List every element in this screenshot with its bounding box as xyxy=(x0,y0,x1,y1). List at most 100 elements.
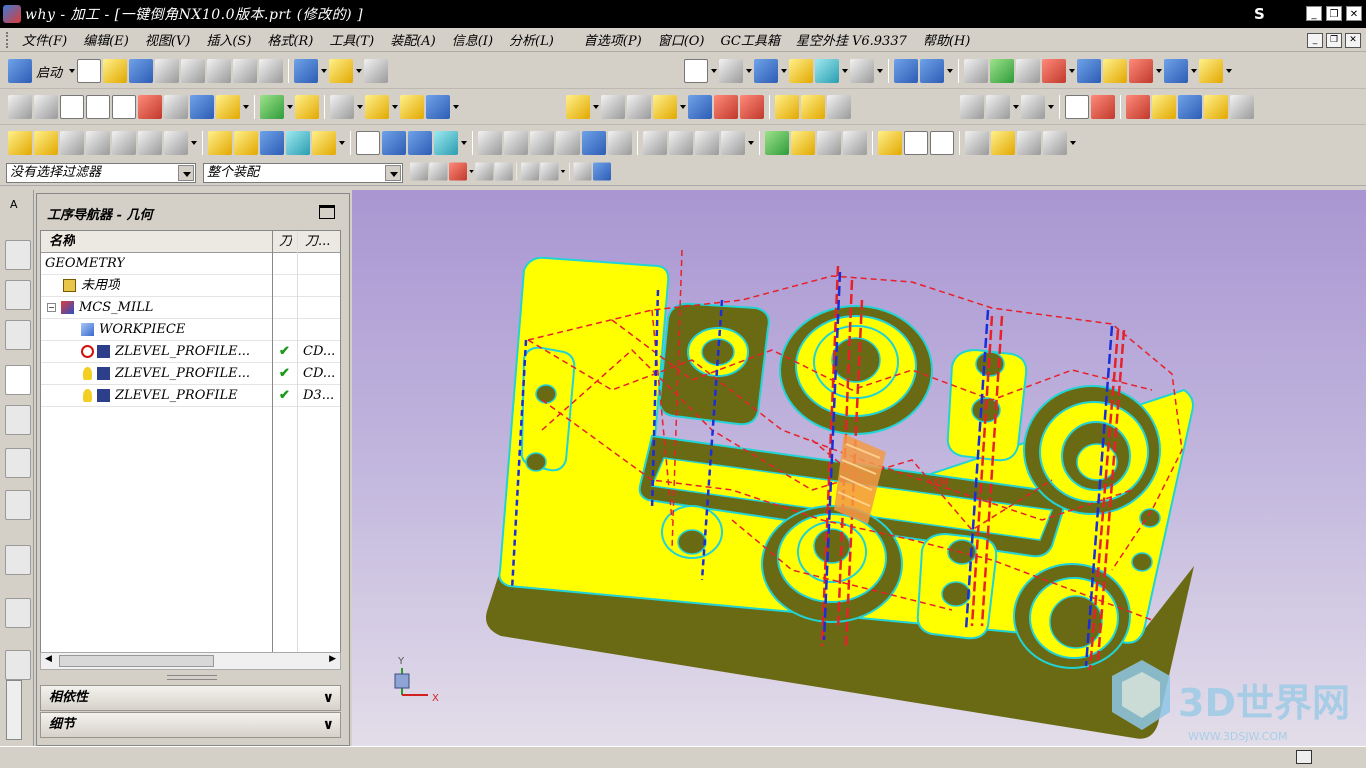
list-path-icon[interactable] xyxy=(1065,95,1089,119)
properties-icon[interactable] xyxy=(164,131,188,155)
ipw-dropdown[interactable] xyxy=(338,131,345,155)
group-icon[interactable] xyxy=(216,95,240,119)
tool-icon[interactable] xyxy=(1152,95,1176,119)
transform-dropdown[interactable] xyxy=(946,59,953,83)
edit-object-icon[interactable] xyxy=(1077,59,1101,83)
graphics-window[interactable]: XM Y X 3D世界网 WWW.3DSJW.COM xyxy=(352,190,1366,746)
library-icon[interactable] xyxy=(1230,95,1254,119)
tree-row-mcs-mill[interactable]: − MCS_MILL xyxy=(41,297,340,319)
snap-circle-icon[interactable] xyxy=(521,162,539,181)
transform-icon[interactable] xyxy=(920,59,944,83)
edit-path-icon[interactable] xyxy=(530,131,554,155)
input-method-badge[interactable]: S xyxy=(1254,5,1265,23)
machine-dropdown[interactable] xyxy=(747,131,754,155)
paste-icon[interactable] xyxy=(233,59,258,83)
extrude-icon[interactable] xyxy=(400,95,424,119)
point-icon[interactable] xyxy=(330,95,354,119)
operation-navigator-tab-icon[interactable] xyxy=(5,365,31,395)
nav-list-icon[interactable] xyxy=(356,131,380,155)
section-view-icon[interactable] xyxy=(815,59,839,83)
chevron-down-icon[interactable]: ∨ xyxy=(323,690,334,706)
checkmark-icon[interactable] xyxy=(765,131,789,155)
geometry-view-icon[interactable] xyxy=(260,131,284,155)
verify-v-icon[interactable] xyxy=(582,131,606,155)
start-icon[interactable] xyxy=(8,59,32,83)
resource-scroll[interactable] xyxy=(6,680,22,740)
menu-view[interactable]: 视图(V) xyxy=(137,30,199,49)
menu-assemblies[interactable]: 装配(A) xyxy=(382,30,444,49)
curve-icon[interactable] xyxy=(138,95,162,119)
shop-report-icon[interactable] xyxy=(1043,131,1067,155)
block-icon[interactable] xyxy=(426,95,450,119)
undo-dropdown[interactable] xyxy=(320,59,328,83)
scroll-thumb[interactable] xyxy=(59,655,214,667)
select-method-dropdown[interactable] xyxy=(560,163,566,181)
ipw-icon[interactable] xyxy=(312,131,336,155)
mdi-restore-button[interactable]: ❐ xyxy=(1326,33,1342,48)
sequence-icon[interactable] xyxy=(801,95,825,119)
scroll-left-icon[interactable]: ◀ xyxy=(45,654,52,664)
nx-app-icon[interactable] xyxy=(3,5,21,23)
coordinate-triad-icon[interactable]: Y X xyxy=(394,656,439,704)
create-geometry-icon[interactable] xyxy=(60,131,84,155)
chevron-down-icon[interactable]: ∨ xyxy=(323,717,334,733)
start-dropdown[interactable] xyxy=(68,59,76,83)
part-icon[interactable] xyxy=(627,95,651,119)
menu-gc-toolkit[interactable]: GC工具箱 xyxy=(713,30,788,49)
menu-file[interactable]: 文件(F) xyxy=(14,30,75,49)
feature-navigator-tab-icon[interactable] xyxy=(5,448,31,478)
wcs-icon[interactable] xyxy=(990,59,1014,83)
postprocess-icon[interactable] xyxy=(1091,95,1115,119)
document-icon[interactable] xyxy=(930,131,954,155)
block-dropdown[interactable] xyxy=(452,95,459,119)
orient-view-icon[interactable] xyxy=(754,59,778,83)
move-component-icon[interactable] xyxy=(688,95,712,119)
nav-method-icon[interactable] xyxy=(434,131,458,155)
background-icon[interactable] xyxy=(850,59,874,83)
column-divider[interactable] xyxy=(272,231,273,659)
tree-horizontal-scrollbar[interactable]: ◀ ▶ xyxy=(40,652,341,670)
grid-dropdown[interactable] xyxy=(1190,59,1197,83)
operation-icon[interactable] xyxy=(190,95,214,119)
machine-navigator-tab-icon[interactable] xyxy=(5,405,31,435)
clock-icon[interactable] xyxy=(1017,131,1041,155)
grid-icon[interactable] xyxy=(1164,59,1188,83)
menu-tools[interactable]: 工具(T) xyxy=(321,30,382,49)
menu-analysis[interactable]: 分析(L) xyxy=(501,30,562,49)
output-icon[interactable] xyxy=(965,131,989,155)
offset-icon[interactable] xyxy=(164,95,188,119)
verify-icon[interactable] xyxy=(8,95,32,119)
tool-path-icon[interactable] xyxy=(504,131,528,155)
mirror-icon[interactable] xyxy=(740,95,764,119)
feed-icon[interactable] xyxy=(608,131,632,155)
delete-operation-icon[interactable] xyxy=(138,131,162,155)
column-name-header[interactable]: 名称 xyxy=(49,231,75,253)
fit-dropdown[interactable] xyxy=(710,59,717,83)
menu-information[interactable]: 信息(I) xyxy=(444,30,501,49)
table-icon[interactable] xyxy=(843,131,867,155)
plane-dropdown[interactable] xyxy=(391,95,398,119)
snap-center-icon[interactable] xyxy=(494,162,513,181)
export-icon[interactable] xyxy=(991,131,1015,155)
create-operation-icon[interactable] xyxy=(112,131,136,155)
restore-window-button[interactable]: ❐ xyxy=(1326,6,1342,21)
move-object-icon[interactable] xyxy=(894,59,918,83)
menu-insert[interactable]: 插入(S) xyxy=(198,30,259,49)
assembly-navigator-tab-icon[interactable] xyxy=(5,240,31,270)
menu-format[interactable]: 格式(R) xyxy=(259,30,321,49)
info-path-icon[interactable] xyxy=(669,131,693,155)
search-tool-icon[interactable] xyxy=(1178,95,1202,119)
simulate-dropdown[interactable] xyxy=(1047,95,1054,119)
fullscreen-toggle-icon[interactable] xyxy=(1296,750,1312,764)
region-icon[interactable] xyxy=(60,95,84,119)
shaded-style-icon[interactable] xyxy=(719,59,743,83)
assembly-icon[interactable] xyxy=(601,95,625,119)
rectangle-select-icon[interactable] xyxy=(540,162,559,181)
point-dropdown[interactable] xyxy=(356,95,363,119)
show-hide-icon[interactable] xyxy=(1016,59,1040,83)
new-file-icon[interactable] xyxy=(77,59,102,83)
nav-dropdown[interactable] xyxy=(460,131,467,155)
add-dropdown[interactable] xyxy=(679,95,686,119)
menu-plugin[interactable]: 星空外挂 V6.9337 xyxy=(788,30,915,49)
snap-dropdown[interactable] xyxy=(1068,59,1075,83)
